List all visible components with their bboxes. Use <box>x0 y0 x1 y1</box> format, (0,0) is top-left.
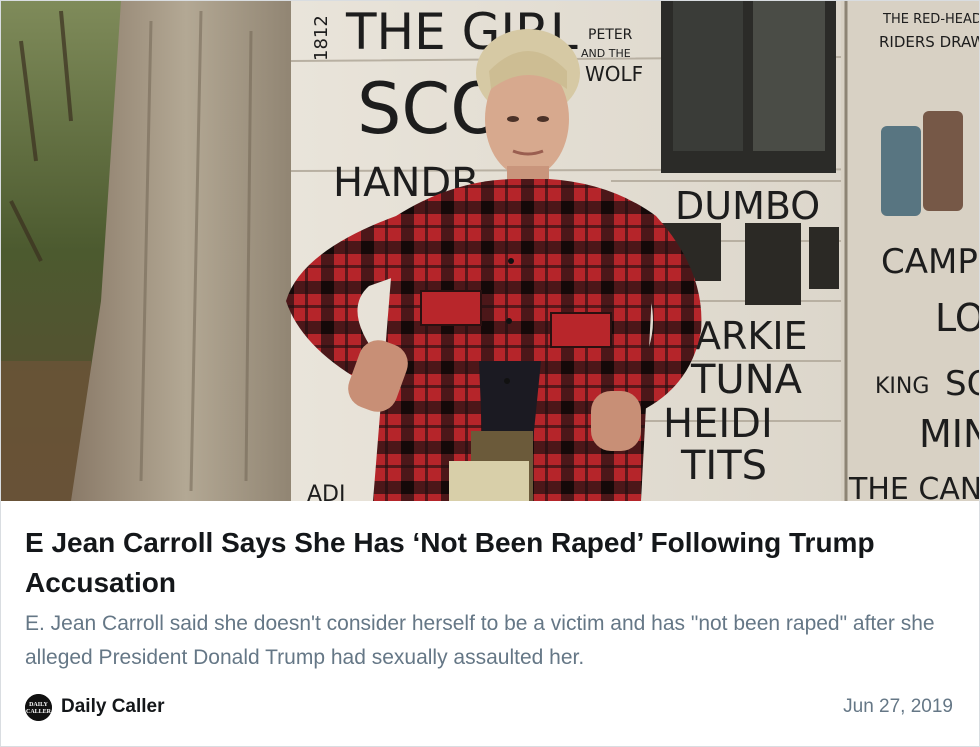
wall-text-right-4: SO <box>945 364 979 404</box>
wall-text-name-4: TITS <box>680 443 767 489</box>
article-image[interactable]: 1812 THE GIRL SCO HANDB PETER AND THE WO… <box>1 1 979 501</box>
wall-text-bottom-left: ADI <box>307 482 345 501</box>
wall-text-wolf: WOLF <box>585 62 643 86</box>
wall-text-right-1: CAMP <box>881 242 978 282</box>
wall-text-and-the: AND THE <box>581 47 631 60</box>
wall-text-right-top-2: RIDERS DRAW <box>879 33 979 51</box>
logo-text-1: DAILY <box>29 702 48 708</box>
wall-text-right-5: MIN <box>919 412 979 456</box>
wall-text-name-1: ARKIE <box>695 314 808 358</box>
wall-text-dumbo: DUMBO <box>675 184 820 228</box>
wall-text-right-3: KING <box>875 374 929 399</box>
card-footer: DAILY CALLER Daily Caller Jun 27, 2019 <box>25 691 953 723</box>
headline[interactable]: E Jean Carroll Says She Has ‘Not Been Ra… <box>25 523 955 603</box>
source[interactable]: DAILY CALLER Daily Caller <box>25 693 165 721</box>
publish-date: Jun 27, 2019 <box>843 696 953 717</box>
wall-text-right-2: LO <box>935 296 979 340</box>
wall-text-name-3: HEIDI <box>663 401 773 447</box>
wall-text-right-6: THE CAN <box>848 472 979 501</box>
logo-text-2: CALLER <box>26 709 52 715</box>
wall-text-year: 1812 <box>311 15 332 61</box>
link-preview-card[interactable]: 1812 THE GIRL SCO HANDB PETER AND THE WO… <box>0 0 980 747</box>
wall-text-name-2: TUNA <box>690 357 803 403</box>
source-name: Daily Caller <box>61 696 165 717</box>
summary-text: E. Jean Carroll said she doesn't conside… <box>25 612 935 669</box>
wall-text-peter: PETER <box>588 27 633 43</box>
daily-caller-logo-icon: DAILY CALLER <box>25 693 52 721</box>
wall-text-right-top-1: THE RED-HEAD <box>882 12 979 27</box>
